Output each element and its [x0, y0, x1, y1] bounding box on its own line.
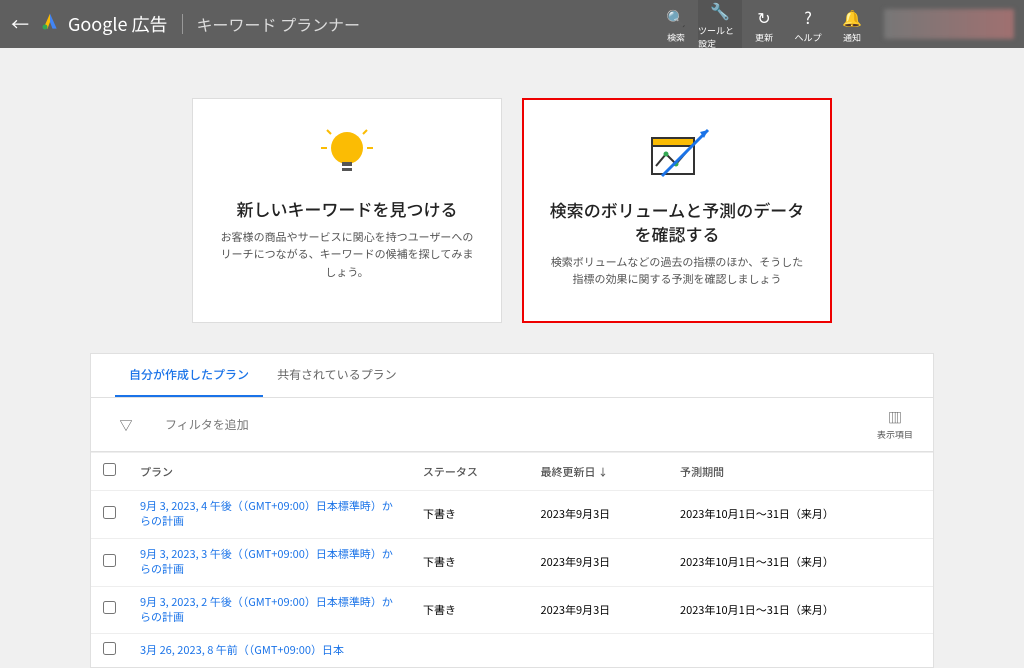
notifications-label: 通知	[843, 31, 861, 44]
columns-icon: ▥	[877, 408, 913, 428]
wrench-icon: 🔧	[710, 0, 730, 22]
refresh-label: 更新	[755, 31, 773, 44]
plan-forecast: 2023年10月1日～31日（来月）	[668, 586, 933, 634]
table-row: 9月 3, 2023, 3 午後（（GMT+09:00）日本標準時）からの計画 …	[91, 538, 933, 586]
plans-table: プラン ステータス 最終更新日 ↓ 予測期間 9月 3, 2023, 4 午後（…	[91, 452, 933, 667]
table-row: 9月 3, 2023, 2 午後（（GMT+09:00）日本標準時）からの計画 …	[91, 586, 933, 634]
plans-toolbar: ▽ フィルタを追加 ▥ 表示項目	[91, 398, 933, 452]
plan-updated: 2023年9月3日	[529, 538, 668, 586]
search-icon: 🔍	[666, 5, 686, 29]
back-arrow-icon[interactable]: ←	[0, 11, 40, 37]
col-plan[interactable]: プラン	[128, 453, 411, 491]
chart-arrow-icon	[632, 118, 722, 188]
header-right: 🔍 検索 🔧 ツールと設定 ↻ 更新 ? ヘルプ 🔔 通知	[654, 0, 1024, 48]
columns-button[interactable]: ▥ 表示項目	[877, 408, 913, 441]
row-checkbox[interactable]	[103, 601, 116, 614]
help-icon: ?	[804, 5, 812, 29]
row-checkbox[interactable]	[103, 554, 116, 567]
refresh-button[interactable]: ↻ 更新	[742, 0, 786, 48]
app-header: ← Google 広告 キーワード プランナー 🔍 検索 🔧 ツールと設定 ↻ …	[0, 0, 1024, 48]
col-updated[interactable]: 最終更新日 ↓	[529, 453, 668, 491]
plan-status	[411, 634, 529, 668]
tools-button[interactable]: 🔧 ツールと設定	[698, 0, 742, 48]
sort-desc-icon: ↓	[598, 464, 608, 479]
plans-panel: 自分が作成したプラン 共有されているプラン ▽ フィルタを追加 ▥ 表示項目 プ…	[90, 353, 934, 668]
search-label: 検索	[667, 31, 685, 44]
account-switcher[interactable]	[884, 9, 1014, 39]
row-checkbox[interactable]	[103, 642, 116, 655]
header-left: ← Google 広告 キーワード プランナー	[0, 11, 360, 37]
logo-text: Google 広告	[68, 11, 168, 37]
find-card-desc: お客様の商品やサービスに関心を持つユーザーへのリーチにつながる、キーワードの候補…	[217, 229, 477, 282]
volume-forecast-card[interactable]: 検索のボリュームと予測のデータを確認する 検索ボリュームなどの過去の指標のほか、…	[522, 98, 832, 323]
tab-shared-plans[interactable]: 共有されているプラン	[263, 354, 411, 397]
plan-status: 下書き	[411, 538, 529, 586]
plan-forecast: 2023年10月1日～31日（来月）	[668, 538, 933, 586]
google-ads-logo-icon	[40, 12, 60, 37]
refresh-icon: ↻	[757, 5, 770, 29]
table-row: 9月 3, 2023, 4 午後（（GMT+09:00）日本標準時）からの計画 …	[91, 491, 933, 539]
plans-tabs: 自分が作成したプラン 共有されているプラン	[91, 354, 933, 398]
find-card-title: 新しいキーワードを見つける	[237, 197, 458, 221]
find-keywords-card[interactable]: 新しいキーワードを見つける お客様の商品やサービスに関心を持つユーザーへのリーチ…	[192, 98, 502, 323]
plan-forecast	[668, 634, 933, 668]
plan-link[interactable]: 9月 3, 2023, 3 午後（（GMT+09:00）日本標準時）からの計画	[128, 538, 411, 586]
plan-status: 下書き	[411, 491, 529, 539]
notifications-button[interactable]: 🔔 通知	[830, 0, 874, 48]
col-forecast[interactable]: 予測期間	[668, 453, 933, 491]
plan-forecast: 2023年10月1日～31日（来月）	[668, 491, 933, 539]
table-header-row: プラン ステータス 最終更新日 ↓ 予測期間	[91, 453, 933, 491]
plan-updated: 2023年9月3日	[529, 586, 668, 634]
table-row: 3月 26, 2023, 8 午前（（GMT+09:00）日本	[91, 634, 933, 668]
lightbulb-icon	[317, 117, 377, 187]
header-divider	[182, 14, 183, 34]
help-button[interactable]: ? ヘルプ	[786, 0, 830, 48]
col-status[interactable]: ステータス	[411, 453, 529, 491]
plan-updated: 2023年9月3日	[529, 491, 668, 539]
page-title: キーワード プランナー	[197, 12, 361, 36]
bell-icon: 🔔	[842, 5, 862, 29]
search-button[interactable]: 🔍 検索	[654, 0, 698, 48]
help-label: ヘルプ	[794, 31, 821, 44]
row-checkbox[interactable]	[103, 506, 116, 519]
plan-link[interactable]: 9月 3, 2023, 2 午後（（GMT+09:00）日本標準時）からの計画	[128, 586, 411, 634]
option-cards-row: 新しいキーワードを見つける お客様の商品やサービスに関心を持つユーザーへのリーチ…	[0, 48, 1024, 353]
plan-link[interactable]: 3月 26, 2023, 8 午前（（GMT+09:00）日本	[128, 634, 411, 668]
plan-updated	[529, 634, 668, 668]
tab-my-plans[interactable]: 自分が作成したプラン	[115, 354, 263, 397]
filter-icon[interactable]: ▽	[111, 415, 141, 434]
columns-label: 表示項目	[877, 428, 913, 441]
select-all-checkbox[interactable]	[103, 463, 116, 476]
col-updated-label: 最終更新日	[541, 464, 596, 480]
add-filter-button[interactable]: フィルタを追加	[165, 416, 249, 433]
volume-card-title: 検索のボリュームと予測のデータを確認する	[548, 198, 806, 246]
tools-label: ツールと設定	[698, 24, 742, 50]
plan-status: 下書き	[411, 586, 529, 634]
volume-card-desc: 検索ボリュームなどの過去の指標のほか、そうした指標の効果に関する予測を確認しまし…	[548, 254, 806, 289]
plan-link[interactable]: 9月 3, 2023, 4 午後（（GMT+09:00）日本標準時）からの計画	[128, 491, 411, 539]
